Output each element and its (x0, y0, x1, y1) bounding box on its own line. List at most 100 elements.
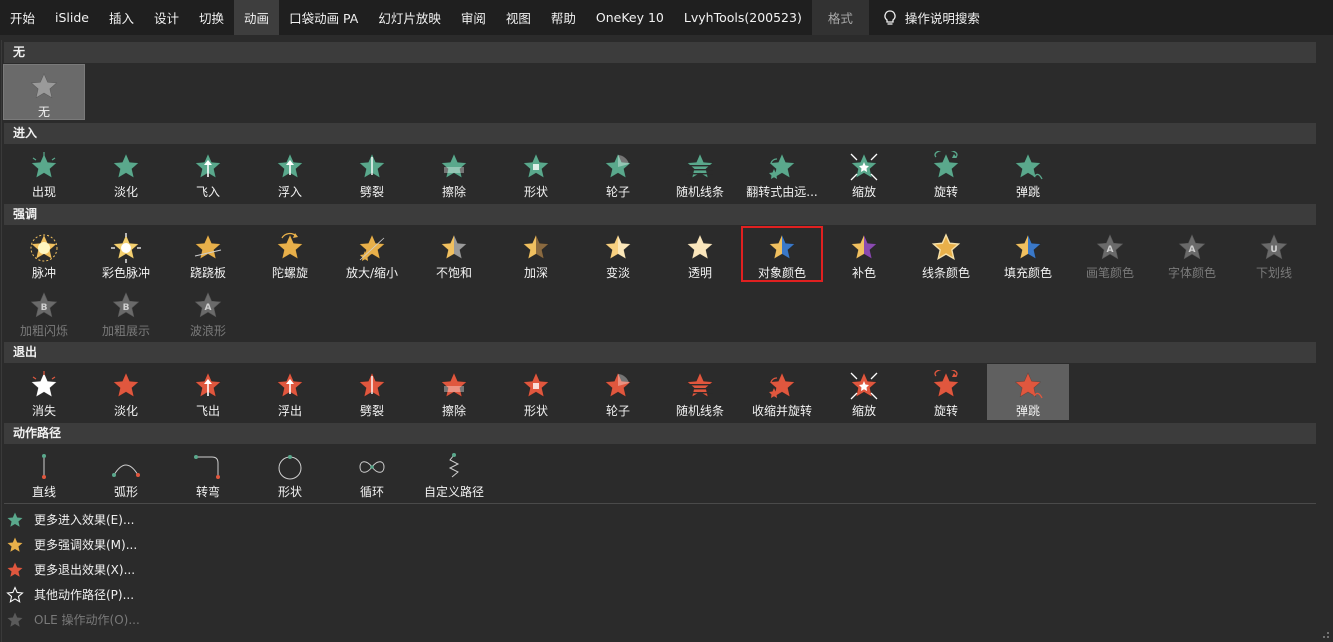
tab-onekey[interactable]: OneKey 10 (586, 0, 674, 35)
effect-label: 字体颜色 (1167, 266, 1216, 280)
motion-path-3[interactable]: 形状 (249, 445, 331, 501)
tab-help[interactable]: 帮助 (541, 0, 586, 35)
exit-effect-9[interactable]: 收缩并旋转 (741, 364, 823, 420)
entrance-effect-2[interactable]: 飞入 (167, 145, 249, 201)
tab-review[interactable]: 审阅 (451, 0, 496, 35)
emphasis-effect-1[interactable]: 彩色脉冲 (85, 226, 167, 282)
tab-design[interactable]: 设计 (144, 0, 189, 35)
effect-none[interactable]: 无 (3, 64, 85, 120)
entrance-star-icon (766, 151, 798, 183)
emphasis-effect-6[interactable]: 加深 (495, 226, 577, 282)
ole-action-verbs[interactable]: OLE 操作动作(O)... (6, 607, 140, 632)
entrance-star-icon (520, 151, 552, 183)
exit-effect-7[interactable]: 轮子 (577, 364, 659, 420)
emphasis-effect-14[interactable]: A 字体颜色 (1151, 226, 1233, 282)
entrance-effect-5[interactable]: 擦除 (413, 145, 495, 201)
entrance-effect-9[interactable]: 翻转式由远... (741, 145, 823, 201)
exit-effect-2[interactable]: 飞出 (167, 364, 249, 420)
effect-label: 波浪形 (189, 324, 226, 338)
entrance-effect-8[interactable]: 随机线条 (659, 145, 741, 201)
effect-label: 浮入 (277, 185, 302, 199)
effect-label: 擦除 (441, 185, 466, 199)
exit-effect-6[interactable]: 形状 (495, 364, 577, 420)
entrance-effect-3[interactable]: 浮入 (249, 145, 331, 201)
entrance-effect-0[interactable]: 出现 (3, 145, 85, 201)
entrance-effect-6[interactable]: 形状 (495, 145, 577, 201)
tab-islide[interactable]: iSlide (45, 0, 99, 35)
tab-insert[interactable]: 插入 (99, 0, 144, 35)
entrance-effect-12[interactable]: 弹跳 (987, 145, 1069, 201)
emphasis-effect-16[interactable]: B 加粗闪烁 (3, 284, 85, 340)
emphasis-effect-0[interactable]: 脉冲 (3, 226, 85, 282)
more-entrance-effects[interactable]: 更多进入效果(E)... (6, 507, 140, 532)
tab-view[interactable]: 视图 (496, 0, 541, 35)
more-motion-paths[interactable]: 其他动作路径(P)... (6, 582, 140, 607)
emphasis-effect-5[interactable]: 不饱和 (413, 226, 495, 282)
tab-animations[interactable]: 动画 (234, 0, 280, 35)
emphasis-effect-8[interactable]: 透明 (659, 226, 741, 282)
exit-effect-10[interactable]: 缩放 (823, 364, 905, 420)
exit-effect-5[interactable]: 擦除 (413, 364, 495, 420)
motion-path-icon (438, 451, 470, 483)
emphasis-effect-12[interactable]: 填充颜色 (987, 226, 1069, 282)
motion-path-1[interactable]: 弧形 (85, 445, 167, 501)
emphasis-star-icon (192, 232, 224, 264)
motion-path-5[interactable]: 自定义路径 (413, 445, 495, 501)
tab-format[interactable]: 格式 (811, 0, 869, 35)
section-exit: 退出 (4, 342, 1316, 363)
emphasis-star-icon: B (28, 290, 60, 322)
entrance-star-icon (438, 151, 470, 183)
exit-effect-12[interactable]: 弹跳 (987, 364, 1069, 420)
motion-path-2[interactable]: 转弯 (167, 445, 249, 501)
entrance-star-icon (28, 151, 60, 183)
gray-star-icon (28, 71, 60, 103)
effect-label: 缩放 (851, 185, 876, 199)
tell-me-search[interactable]: 操作说明搜索 (869, 0, 990, 35)
exit-effect-4[interactable]: 劈裂 (331, 364, 413, 420)
emphasis-effect-15[interactable]: U 下划线 (1233, 226, 1315, 282)
emphasis-effect-18[interactable]: A 波浪形 (167, 284, 249, 340)
effect-label: 劈裂 (359, 185, 384, 199)
effect-label: 转弯 (195, 485, 220, 499)
resize-grip-icon[interactable] (1320, 629, 1330, 639)
tab-lvyhtools[interactable]: LvyhTools(200523) (674, 0, 812, 35)
emphasis-effect-4[interactable]: 放大/缩小 (331, 226, 413, 282)
emphasis-effect-13[interactable]: A 画笔颜色 (1069, 226, 1151, 282)
exit-effect-8[interactable]: 随机线条 (659, 364, 741, 420)
more-exit-effects[interactable]: 更多退出效果(X)... (6, 557, 140, 582)
effect-label: 对象颜色 (757, 266, 806, 280)
exit-effect-11[interactable]: 旋转 (905, 364, 987, 420)
effect-label: 填充颜色 (1003, 266, 1052, 280)
entrance-effect-7[interactable]: 轮子 (577, 145, 659, 201)
effect-label: 自定义路径 (423, 485, 484, 499)
more-emphasis-effects[interactable]: 更多强调效果(M)... (6, 532, 140, 557)
motion-path-icon (28, 451, 60, 483)
entrance-effect-1[interactable]: 淡化 (85, 145, 167, 201)
exit-effect-1[interactable]: 淡化 (85, 364, 167, 420)
emphasis-effect-17[interactable]: B 加粗展示 (85, 284, 167, 340)
emphasis-effect-10[interactable]: 补色 (823, 226, 905, 282)
entrance-effect-10[interactable]: 缩放 (823, 145, 905, 201)
emphasis-effect-9[interactable]: 对象颜色 (741, 226, 823, 282)
exit-effect-0[interactable]: 消失 (3, 364, 85, 420)
exit-effect-3[interactable]: 浮出 (249, 364, 331, 420)
entrance-effect-11[interactable]: 旋转 (905, 145, 987, 201)
more-effects-list: 更多进入效果(E)... 更多强调效果(M)... 更多退出效果(X)... 其… (6, 507, 140, 632)
tab-home[interactable]: 开始 (0, 0, 45, 35)
tab-pocket-animation[interactable]: 口袋动画 PA (279, 0, 368, 35)
tab-transitions[interactable]: 切换 (189, 0, 234, 35)
emphasis-effect-11[interactable]: 线条颜色 (905, 226, 987, 282)
gear-star-icon (7, 612, 23, 627)
motion-path-0[interactable]: 直线 (3, 445, 85, 501)
effect-label: 放大/缩小 (345, 266, 399, 280)
emphasis-effect-2[interactable]: 跷跷板 (167, 226, 249, 282)
emphasis-effect-3[interactable]: 陀螺旋 (249, 226, 331, 282)
motion-path-4[interactable]: 循环 (331, 445, 413, 501)
entrance-effect-4[interactable]: 劈裂 (331, 145, 413, 201)
exit-star-icon (684, 370, 716, 402)
emphasis-effect-7[interactable]: 变淡 (577, 226, 659, 282)
ribbon-tab-bar: 开始 iSlide 插入 设计 切换 动画 口袋动画 PA 幻灯片放映 审阅 视… (0, 0, 1333, 35)
tab-slideshow[interactable]: 幻灯片放映 (368, 0, 451, 35)
motion-path-icon (110, 451, 142, 483)
effect-label: 飞入 (195, 185, 220, 199)
